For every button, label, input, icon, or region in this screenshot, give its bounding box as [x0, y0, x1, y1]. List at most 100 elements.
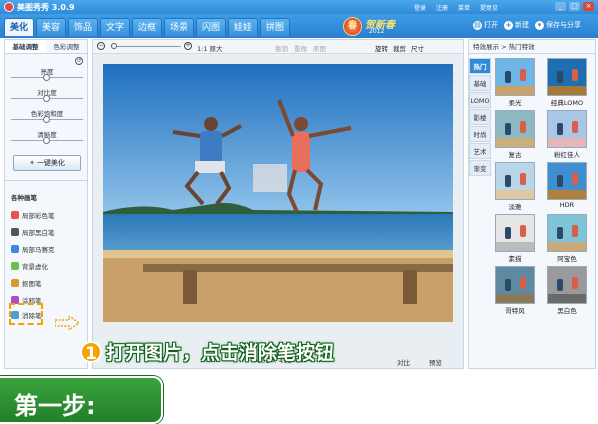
tab-beauty[interactable]: 美容	[36, 18, 66, 36]
effect-item[interactable]: 哥特风	[493, 266, 537, 315]
menu-bar: 美化 美容 饰品 文字 边框 场景 闪图 娃娃 拼图 春 贺新春 2012 ▤ …	[0, 14, 598, 38]
open-button[interactable]: ▤ 打开	[473, 20, 498, 30]
login-link[interactable]: 登录	[414, 3, 426, 12]
effect-label: 阿宝色	[557, 255, 577, 263]
effects-panel: 特效展示 > 热门特效 热门 基础 LOMO 影楼 时尚 艺术 渐变 柔光 经典L…	[468, 39, 596, 369]
effect-label: HDR	[559, 201, 575, 209]
sharpness-control: 清晰度	[11, 129, 83, 145]
effect-label: 黑白色	[557, 307, 577, 315]
watermark-blur	[253, 164, 287, 192]
effect-thumbnail	[495, 214, 535, 252]
slider-knob[interactable]	[43, 137, 50, 144]
undo-button[interactable]: 撤销	[275, 43, 288, 53]
beach-photo[interactable]	[103, 64, 453, 322]
saturation-slider[interactable]	[11, 116, 83, 124]
effect-label: 经典LOMO	[550, 99, 584, 107]
slider-knob[interactable]	[43, 74, 50, 81]
brush-label: 背景虚化	[22, 263, 48, 271]
zoom-out-icon[interactable]: −	[97, 42, 105, 50]
redo-button[interactable]: 重做	[294, 43, 307, 53]
brush-local-bw[interactable]: 局部黑白笔	[11, 227, 55, 237]
sharpness-slider[interactable]	[11, 137, 83, 145]
slider-knob[interactable]	[43, 95, 50, 102]
effect-thumbnail	[547, 214, 587, 252]
one-click-label: 一键美化	[36, 159, 65, 167]
maximize-button[interactable]: □	[569, 2, 580, 11]
step-instruction: 1 打开图片，点击消除笔按钮	[80, 338, 334, 365]
category-gradient[interactable]: 渐变	[469, 160, 491, 176]
category-fashion[interactable]: 时尚	[469, 126, 491, 142]
brushes-title: 各种画笔	[11, 194, 37, 202]
effect-thumbnail	[547, 162, 587, 200]
effect-item[interactable]: 经典LOMO	[545, 58, 589, 107]
resize-button[interactable]: 尺寸	[411, 43, 424, 53]
close-button[interactable]: ×	[583, 2, 594, 11]
category-basic[interactable]: 基础	[469, 75, 491, 91]
compare-button[interactable]: 对比	[397, 357, 410, 367]
effect-item[interactable]: 淡雅	[493, 162, 537, 211]
zoom-slider[interactable]	[111, 46, 181, 47]
step-badge-label: 第一步:	[14, 392, 96, 420]
tab-color-adjust[interactable]: 色彩调整	[46, 40, 87, 53]
brightness-slider[interactable]	[11, 74, 83, 82]
brush-label: 局部马赛克	[22, 246, 55, 254]
tab-frame[interactable]: 边框	[132, 18, 162, 36]
brush-mosaic[interactable]: 局部马赛克	[11, 244, 55, 254]
reset-icon[interactable]: ↺	[75, 57, 83, 65]
zoom-knob[interactable]	[111, 43, 117, 49]
brightness-control: 亮度	[11, 66, 83, 82]
register-link[interactable]: 注册	[436, 3, 448, 12]
save-share-button[interactable]: ▾ 保存与分享	[535, 20, 581, 30]
rotate-button[interactable]: 旋转	[375, 43, 388, 53]
effect-label: 淡雅	[508, 203, 522, 211]
one-click-beautify-button[interactable]: ✦ 一键美化	[13, 155, 81, 171]
effect-item[interactable]: 复古	[493, 110, 537, 159]
brush-local-color[interactable]: 局部彩色笔	[11, 210, 55, 220]
effect-item[interactable]: 柔光	[493, 58, 537, 107]
effect-thumbnail	[495, 266, 535, 304]
tab-scene[interactable]: 场景	[164, 18, 194, 36]
tab-doll[interactable]: 娃娃	[228, 18, 258, 36]
new-button[interactable]: + 新建	[504, 20, 529, 30]
preview-button[interactable]: 预览	[429, 357, 442, 367]
effect-item[interactable]: 粉红佳人	[545, 110, 589, 159]
color-brush-icon	[11, 211, 19, 219]
effect-item[interactable]: HDR	[545, 162, 589, 209]
brush-label: 局部黑白笔	[22, 229, 55, 237]
tab-accessories[interactable]: 饰品	[68, 18, 98, 36]
tab-collage[interactable]: 拼图	[260, 18, 290, 36]
effect-label: 柔光	[508, 99, 522, 107]
canvas-area: − + 1:1 原大 撤销 重做 原图 旋转 裁剪 尺寸 601 × 451 对…	[92, 39, 464, 369]
slider-knob[interactable]	[43, 116, 50, 123]
arrow-icon	[55, 316, 79, 330]
effect-label: 复古	[508, 151, 522, 159]
effect-item[interactable]: 素描	[493, 214, 537, 263]
tab-text[interactable]: 文字	[100, 18, 130, 36]
effect-thumbnail	[495, 110, 535, 148]
effect-item[interactable]: 阿宝色	[545, 214, 589, 263]
divider	[5, 180, 87, 181]
category-lomo[interactable]: LOMO	[469, 92, 491, 108]
feedback-link[interactable]: 提意见	[480, 3, 498, 12]
tab-basic-adjust[interactable]: 基础调整	[5, 40, 46, 53]
original-size-button[interactable]: 1:1 原大	[197, 43, 223, 53]
brush-cutout[interactable]: 抠图笔	[11, 278, 42, 288]
menu-link[interactable]: 菜单	[458, 3, 470, 12]
category-studio[interactable]: 影楼	[469, 109, 491, 125]
crop-button[interactable]: 裁剪	[393, 43, 406, 53]
category-hot[interactable]: 热门	[469, 58, 491, 74]
effect-item[interactable]: 黑白色	[545, 266, 589, 315]
tab-flash[interactable]: 闪图	[196, 18, 226, 36]
original-button[interactable]: 原图	[313, 43, 326, 53]
title-bar: 美图秀秀 3.0.9 登录 注册 菜单 提意见 _ □ ×	[0, 0, 598, 14]
zoom-in-icon[interactable]: +	[184, 42, 192, 50]
minimize-button[interactable]: _	[555, 2, 566, 11]
blur-icon	[11, 262, 19, 270]
category-art[interactable]: 艺术	[469, 143, 491, 159]
contrast-slider[interactable]	[11, 95, 83, 103]
brush-bg-blur[interactable]: 背景虚化	[11, 261, 48, 271]
tab-beautify[interactable]: 美化	[4, 18, 34, 36]
eraser-highlight	[9, 303, 43, 325]
effect-thumbnail	[547, 110, 587, 148]
wand-icon: ✦	[29, 159, 35, 167]
